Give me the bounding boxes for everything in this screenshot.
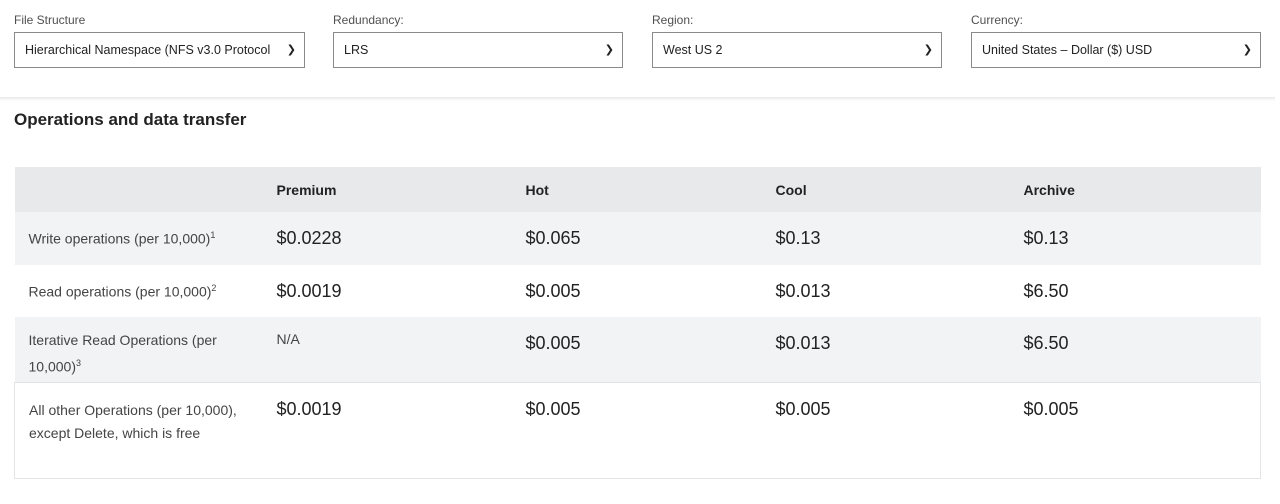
section-title: Operations and data transfer	[14, 110, 247, 129]
region-select[interactable]: West US 2 ❯	[652, 32, 942, 68]
price-cool: $0.013	[775, 281, 831, 301]
row-label: Write operations (per 10,000)1	[15, 212, 277, 265]
redundancy-select[interactable]: LRS ❯	[333, 32, 623, 68]
price-archive: $0.13	[1023, 228, 1069, 248]
table-row: Write operations (per 10,000)1 $0.0228 $…	[14, 212, 1261, 265]
price-archive: $6.50	[1023, 281, 1069, 301]
row-label-text: Write operations (per 10,000)	[28, 230, 211, 247]
price-cool: $0.013	[775, 333, 831, 353]
price-premium: $0.0228	[276, 228, 342, 248]
price-hot: $0.065	[525, 228, 581, 248]
footnote-ref: 1	[210, 230, 216, 240]
price-cool: $0.005	[775, 398, 831, 419]
row-label: Iterative Read Operations (per 10,000)3	[15, 317, 277, 382]
row-label-text: All other Operations (per 10,000), excep…	[29, 401, 237, 441]
table-header-row: Premium Hot Cool Archive	[14, 167, 1261, 212]
price-hot: $0.005	[525, 281, 581, 301]
row-label-text: Read operations (per 10,000)	[28, 283, 212, 300]
chevron-down-icon: ❯	[601, 33, 614, 67]
price-archive: $6.50	[1023, 333, 1069, 353]
column-header-empty	[14, 167, 277, 212]
price-premium: $0.0019	[276, 281, 342, 301]
table-row: Read operations (per 10,000)2 $0.0019 $0…	[14, 265, 1261, 317]
region-label: Region:	[652, 13, 694, 27]
file-structure-field: File Structure Hierarchical Namespace (N…	[14, 12, 305, 68]
file-structure-label: File Structure	[14, 13, 86, 27]
price-archive: $0.005	[1023, 398, 1079, 419]
redundancy-value: LRS	[344, 43, 369, 57]
file-structure-select[interactable]: Hierarchical Namespace (NFS v3.0 Protoco…	[14, 32, 305, 68]
column-header-hot: Hot	[525, 167, 776, 212]
chevron-down-icon: ❯	[1239, 33, 1252, 67]
footnote-ref: 3	[75, 358, 81, 368]
price-premium: $0.0019	[276, 398, 342, 419]
currency-field: Currency: United States – Dollar ($) USD…	[971, 12, 1261, 68]
price-cool: $0.13	[775, 228, 821, 248]
chevron-down-icon: ❯	[920, 33, 933, 67]
table-row: Iterative Read Operations (per 10,000)3 …	[14, 317, 1261, 382]
redundancy-field: Redundancy: LRS ❯	[333, 12, 623, 68]
column-header-archive: Archive	[1023, 167, 1261, 212]
redundancy-label: Redundancy:	[333, 13, 404, 27]
currency-label: Currency:	[971, 13, 1024, 27]
currency-select[interactable]: United States – Dollar ($) USD ❯	[971, 32, 1261, 68]
price-hot: $0.005	[525, 333, 581, 353]
region-field: Region: West US 2 ❯	[652, 12, 942, 68]
footnote-ref: 2	[211, 283, 217, 293]
price-hot: $0.005	[525, 398, 581, 419]
row-label: Read operations (per 10,000)2	[15, 265, 277, 317]
currency-value: United States – Dollar ($) USD	[982, 43, 1153, 57]
region-value: West US 2	[663, 43, 723, 57]
file-structure-value: Hierarchical Namespace (NFS v3.0 Protoco…	[25, 43, 271, 57]
price-premium: N/A	[276, 331, 300, 347]
row-label: All other Operations (per 10,000), excep…	[15, 382, 277, 478]
row-label-text: Iterative Read Operations (per 10,000)	[28, 332, 217, 375]
column-header-premium: Premium	[276, 167, 526, 212]
table-row: All other Operations (per 10,000), excep…	[14, 382, 1261, 478]
divider	[0, 97, 1275, 101]
pricing-table: Premium Hot Cool Archive Write operation…	[14, 167, 1261, 479]
chevron-down-icon: ❯	[283, 33, 296, 67]
column-header-cool: Cool	[775, 167, 1024, 212]
